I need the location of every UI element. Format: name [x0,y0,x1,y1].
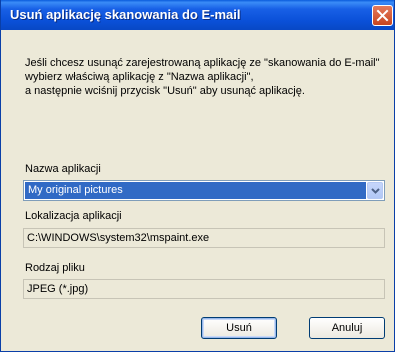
close-icon [376,9,389,22]
app-name-label: Nazwa aplikacji [25,163,101,175]
delete-button[interactable]: Usuń [201,317,277,339]
description-line-3: a następnie wciśnij przycisk "Usuń" aby … [25,85,305,97]
description-line-1: Jeśli chcesz usunąć zarejestrowaną aplik… [25,57,380,69]
description-line-2: wybierz właściwą aplikację z "Nazwa apli… [25,71,254,83]
cancel-button[interactable]: Anuluj [309,317,385,339]
dropdown-button[interactable] [367,182,383,199]
file-type-label: Rodzaj pliku [25,262,85,274]
location-field: C:\WINDOWS\system32\mspaint.exe [23,228,385,248]
file-type-field: JPEG (*.jpg) [23,279,385,299]
chevron-down-icon [371,188,380,194]
location-label: Lokalizacja aplikacji [25,210,122,222]
dialog-window: Usuń aplikację skanowania do E-mail Jeśl… [0,0,395,352]
app-name-dropdown[interactable]: My original pictures [23,180,385,201]
window-title: Usuń aplikację skanowania do E-mail [10,7,241,22]
app-name-selected[interactable]: My original pictures [25,182,366,199]
close-button[interactable] [372,5,393,26]
title-bar[interactable]: Usuń aplikację skanowania do E-mail [1,0,394,30]
description-text: Jeśli chcesz usunąć zarejestrowaną aplik… [25,56,379,98]
